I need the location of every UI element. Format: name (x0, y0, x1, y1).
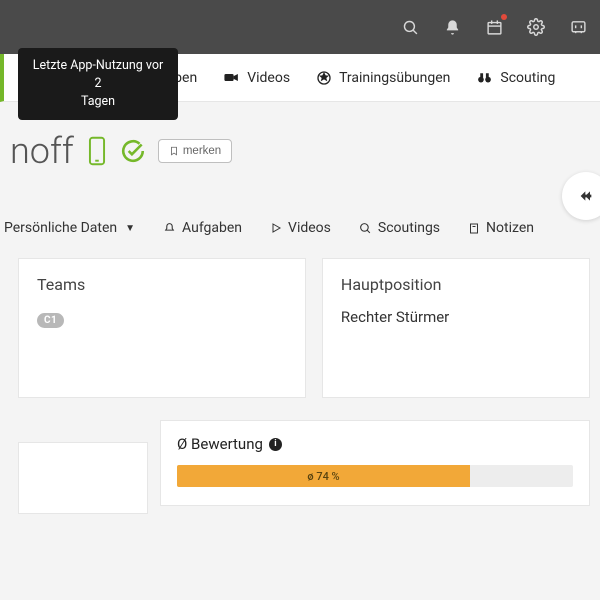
note-icon (468, 222, 480, 235)
position-card-title: Hauptposition (341, 275, 571, 294)
nav-scouting-label: Scouting (500, 70, 555, 86)
notification-dot (501, 14, 507, 20)
bookmark-label: merken (183, 145, 221, 157)
subtab-personal-label: Persönliche Daten (4, 220, 117, 236)
binoculars-icon (476, 69, 493, 86)
rating-progress: ø 74 % (177, 465, 573, 487)
phone-icon (86, 136, 108, 166)
app-usage-tooltip: Letzte App-Nutzung vor 2 Tagen (18, 48, 178, 120)
tooltip-line1: Letzte App-Nutzung vor 2 (32, 57, 164, 93)
video-icon (223, 69, 240, 86)
profile-subtabs: Persönliche Daten ▼ Aufgaben Videos Scou… (4, 212, 590, 248)
rating-row: Ø Bewertung i ø 74 % (10, 420, 590, 506)
tooltip-line2: Tagen (32, 93, 164, 111)
rating-progress-fill: ø 74 % (177, 465, 470, 487)
subtab-aufgaben[interactable]: Aufgaben (163, 220, 242, 236)
teams-card-title: Teams (37, 275, 287, 294)
chat-icon[interactable] (568, 17, 588, 37)
calendar-icon[interactable] (484, 17, 504, 37)
subtab-videos[interactable]: Videos (270, 220, 331, 236)
subtab-scoutings-label: Scoutings (378, 220, 440, 236)
subtab-personal[interactable]: Persönliche Daten ▼ (4, 220, 135, 236)
position-card: Hauptposition Rechter Stürmer (322, 258, 590, 398)
nav-videos-label: Videos (247, 70, 290, 86)
teams-card: Teams C1 (18, 258, 306, 398)
info-icon[interactable]: i (269, 438, 282, 451)
bookmark-button[interactable]: merken (158, 139, 232, 163)
subtab-scoutings[interactable]: Scoutings (359, 220, 440, 236)
rating-percent-label: ø 74 % (307, 470, 339, 483)
bell-icon[interactable] (442, 17, 462, 37)
profile-header: noff merken Persönliche Daten ▼ Aufgaben… (0, 102, 600, 528)
position-value: Rechter Stürmer (341, 308, 571, 326)
team-badge[interactable]: C1 (37, 313, 64, 328)
rating-card: Ø Bewertung i ø 74 % (160, 420, 590, 506)
nav-videos[interactable]: Videos (213, 63, 300, 92)
top-toolbar (0, 0, 600, 54)
subtab-videos-label: Videos (288, 220, 331, 236)
nav-scouting[interactable]: Scouting (466, 63, 565, 92)
bell-outline-icon (163, 222, 176, 235)
nav-training-label: Trainingsübungen (339, 70, 450, 86)
rating-title: Ø Bewertung (177, 435, 263, 453)
subtab-notizen-label: Notizen (486, 220, 534, 236)
search-small-icon (359, 222, 372, 235)
subtab-aufgaben-label: Aufgaben (182, 220, 242, 236)
profile-name: noff (10, 130, 74, 172)
left-small-card (18, 442, 148, 514)
play-icon (270, 222, 282, 234)
subtab-notizen[interactable]: Notizen (468, 220, 534, 236)
nav-training[interactable]: Trainingsübungen (306, 64, 460, 92)
search-icon[interactable] (400, 17, 420, 37)
chevron-down-icon: ▼ (125, 223, 135, 234)
check-circle-icon (120, 138, 146, 164)
soccer-icon (316, 70, 332, 86)
gear-icon[interactable] (526, 17, 546, 37)
info-cards-row: Teams C1 Hauptposition Rechter Stürmer (10, 248, 590, 398)
